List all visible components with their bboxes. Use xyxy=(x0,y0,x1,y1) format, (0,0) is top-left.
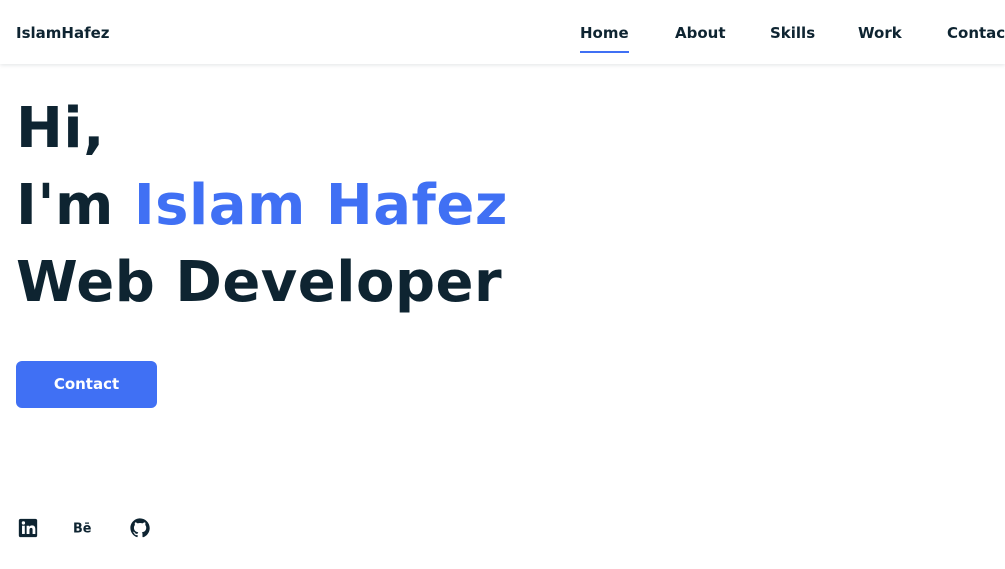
hero-intro-prefix: I'm xyxy=(16,173,134,238)
hero-greeting: Hi, xyxy=(16,96,105,161)
nav-home-link[interactable]: Home xyxy=(580,24,629,53)
hero-name: Islam Hafez xyxy=(133,173,508,238)
github-icon[interactable] xyxy=(129,517,151,539)
svg-text:Bē: Bē xyxy=(73,522,92,537)
nav-about-link[interactable]: About xyxy=(675,24,726,42)
site-header: IslamHafez Home About Skills Work Contac… xyxy=(0,0,1005,64)
nav-contact-link[interactable]: Contact xyxy=(947,24,1005,42)
linkedin-icon[interactable] xyxy=(17,517,39,539)
site-logo[interactable]: IslamHafez xyxy=(16,24,110,42)
contact-button[interactable]: Contact xyxy=(16,361,157,408)
hero-intro: I'm Islam Hafez xyxy=(16,173,508,239)
behance-icon[interactable]: Bē xyxy=(73,517,95,539)
nav-work-link[interactable]: Work xyxy=(858,24,902,42)
hero-role: Web Developer xyxy=(16,250,503,315)
nav-skills-link[interactable]: Skills xyxy=(770,24,815,42)
